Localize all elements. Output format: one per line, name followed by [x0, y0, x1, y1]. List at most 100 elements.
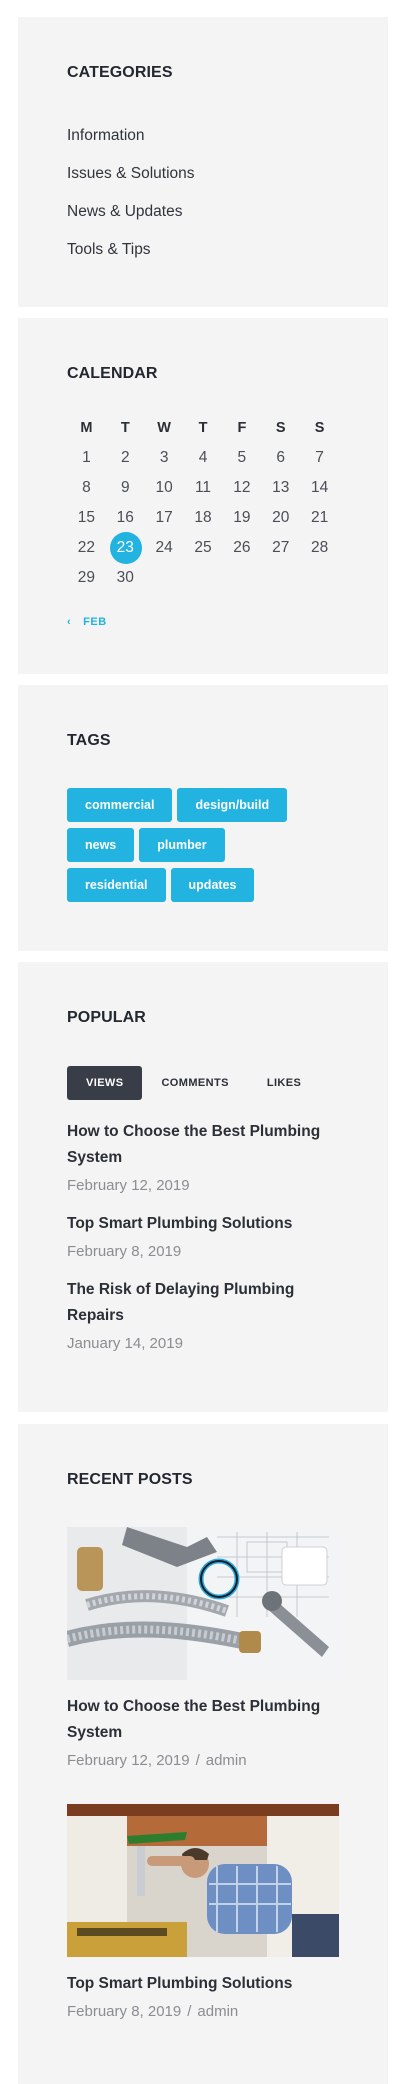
- calendar-week-row: 15 16 17 18 19 20 21: [67, 503, 339, 533]
- recent-post-date: February 12, 2019: [67, 1752, 190, 1769]
- categories-title: CATEGORIES: [67, 64, 173, 81]
- list-item: The Risk of Delaying Plumbing Repairs Ja…: [67, 1277, 339, 1357]
- calendar-day: 2: [120, 449, 130, 466]
- calendar-week-row: 8 9 10 11 12 13 14: [67, 473, 339, 503]
- calendar-day: 14: [310, 479, 329, 496]
- tag-updates[interactable]: updates: [170, 868, 255, 902]
- calendar-day: 11: [194, 479, 212, 496]
- meta-separator: /: [195, 1752, 200, 1769]
- calendar-day: 22: [77, 539, 96, 556]
- calendar-day-empty: [184, 563, 223, 593]
- calendar-day: 17: [155, 509, 173, 526]
- calendar-day: 21: [310, 509, 329, 526]
- calendar-day: 13: [272, 479, 290, 496]
- meta-separator: /: [187, 2003, 192, 2020]
- weekday-label: S: [275, 420, 286, 436]
- calendar-today-number: 23: [116, 539, 134, 556]
- tag-design-build[interactable]: design/build: [177, 788, 288, 822]
- calendar-day: 6: [276, 449, 286, 466]
- calendar-day: 7: [315, 449, 324, 466]
- calendar-day: 25: [194, 539, 212, 556]
- tags-widget: TAGS commercial design/build news plumbe…: [18, 685, 388, 951]
- calendar-prev-month-label: FEB: [83, 616, 107, 628]
- popular-post-date: February 8, 2019: [67, 1243, 182, 1260]
- tag-cloud: commercial design/build news plumber res…: [67, 788, 317, 902]
- calendar-day: 10: [155, 479, 173, 496]
- weekday-label: M: [80, 420, 93, 436]
- calendar-day: 3: [159, 449, 169, 466]
- tag-plumber[interactable]: plumber: [139, 828, 225, 862]
- popular-post-date: January 14, 2019: [67, 1335, 183, 1352]
- calendar-day: 24: [155, 539, 173, 556]
- tab-likes[interactable]: LIKES: [248, 1066, 320, 1100]
- recent-post-date: February 8, 2019: [67, 2003, 182, 2020]
- calendar-day: 4: [198, 449, 208, 466]
- calendar-day: 8: [82, 479, 91, 496]
- calendar-prev-month-link[interactable]: ‹ FEB: [67, 616, 107, 628]
- popular-post-title[interactable]: How to Choose the Best Plumbing System: [67, 1119, 339, 1171]
- categories-list: Information Issues & Solutions News & Up…: [67, 125, 195, 277]
- tags-title: TAGS: [67, 732, 111, 749]
- tag-commercial[interactable]: commercial: [67, 788, 173, 822]
- calendar-day: 9: [120, 479, 130, 496]
- calendar-widget: CALENDAR M T W T F S S 1 2 3 4 5 6 7 8 9…: [18, 318, 388, 674]
- calendar-day: 26: [233, 539, 251, 556]
- calendar-day-empty: [300, 563, 339, 593]
- recent-post-meta: February 12, 2019 / admin: [67, 1748, 339, 1774]
- plumber-under-sink-thumbnail[interactable]: [67, 1804, 339, 1957]
- calendar-day-today: 23: [106, 532, 145, 564]
- category-link-issues-solutions[interactable]: Issues & Solutions: [67, 163, 195, 201]
- calendar-day: 16: [116, 509, 134, 526]
- tab-views[interactable]: VIEWS: [67, 1066, 143, 1100]
- recent-posts-title: RECENT POSTS: [67, 1471, 193, 1488]
- popular-post-list: How to Choose the Best Plumbing System F…: [67, 1119, 339, 1369]
- recent-post-author-link[interactable]: admin: [197, 2003, 238, 2020]
- tag-residential[interactable]: residential: [67, 868, 166, 902]
- recent-posts-widget: RECENT POSTS How to Choose the Best Plum…: [18, 1424, 388, 2084]
- calendar-day: 15: [77, 509, 96, 526]
- recent-post-meta: February 8, 2019 / admin: [67, 1999, 339, 2025]
- weekday-label: F: [237, 420, 247, 436]
- calendar-day: 19: [233, 509, 251, 526]
- category-link-information[interactable]: Information: [67, 125, 195, 163]
- weekday-label: W: [157, 420, 171, 436]
- recent-post: Top Smart Plumbing Solutions February 8,…: [67, 1804, 339, 2025]
- calendar-day: 20: [272, 509, 290, 526]
- calendar-day-empty: [145, 563, 184, 593]
- popular-post-title[interactable]: Top Smart Plumbing Solutions: [67, 1211, 339, 1237]
- recent-post-title[interactable]: How to Choose the Best Plumbing System: [67, 1694, 339, 1746]
- popular-post-date: February 12, 2019: [67, 1177, 190, 1194]
- recent-post: How to Choose the Best Plumbing System F…: [67, 1527, 339, 1774]
- calendar-day: 12: [233, 479, 251, 496]
- calendar-day: 18: [194, 509, 212, 526]
- plumbing-tools-thumbnail[interactable]: [67, 1527, 339, 1680]
- popular-post-title[interactable]: The Risk of Delaying Plumbing Repairs: [67, 1277, 339, 1329]
- calendar-day: 1: [82, 449, 91, 466]
- popular-widget: POPULAR VIEWS COMMENTS LIKES How to Choo…: [18, 962, 388, 1412]
- recent-post-title[interactable]: Top Smart Plumbing Solutions: [67, 1971, 339, 1997]
- category-link-tools-tips[interactable]: Tools & Tips: [67, 239, 195, 277]
- tag-news[interactable]: news: [67, 828, 135, 862]
- calendar-weekday-row: M T W T F S S: [67, 413, 339, 443]
- weekday-label: T: [120, 420, 130, 436]
- chevron-left-icon: ‹: [67, 616, 72, 628]
- recent-post-author-link[interactable]: admin: [206, 1752, 247, 1769]
- category-link-news-updates[interactable]: News & Updates: [67, 201, 195, 239]
- calendar-week-row: 1 2 3 4 5 6 7: [67, 443, 339, 473]
- calendar-day: 27: [272, 539, 290, 556]
- popular-title: POPULAR: [67, 1009, 146, 1026]
- calendar-title: CALENDAR: [67, 365, 158, 382]
- list-item: Top Smart Plumbing Solutions February 8,…: [67, 1211, 339, 1265]
- calendar-day-empty: [261, 563, 300, 593]
- calendar-day: 5: [237, 449, 247, 466]
- calendar-week-row: 29 30: [67, 563, 339, 593]
- tab-comments[interactable]: COMMENTS: [142, 1066, 247, 1100]
- categories-widget: CATEGORIES Information Issues & Solution…: [18, 17, 388, 307]
- list-item: How to Choose the Best Plumbing System F…: [67, 1119, 339, 1199]
- calendar-week-row: 22 23 24 25 26 27 28: [67, 532, 339, 564]
- calendar-day-empty: [222, 563, 261, 593]
- calendar-grid: M T W T F S S 1 2 3 4 5 6 7 8 9 10 11 12…: [67, 413, 339, 593]
- calendar-day: 29: [77, 569, 96, 586]
- weekday-label: S: [314, 420, 325, 436]
- calendar-day: 30: [116, 569, 134, 586]
